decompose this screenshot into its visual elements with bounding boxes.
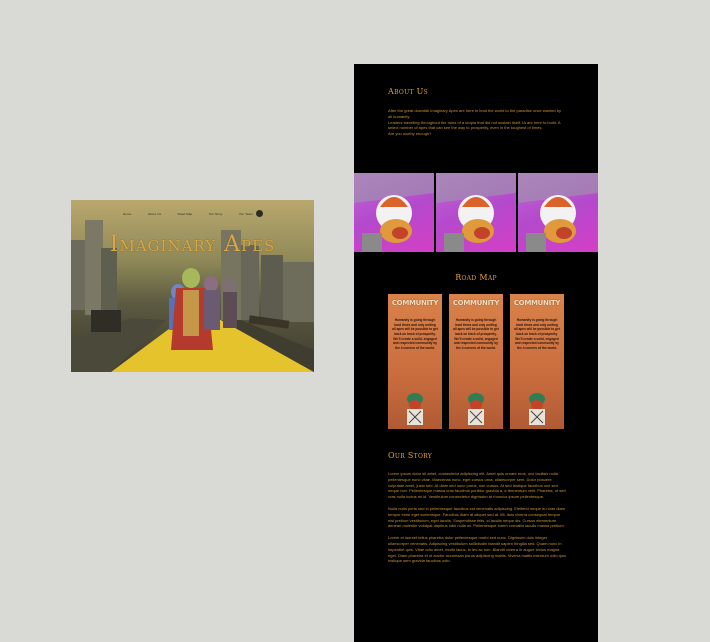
roadmap-card: COMMUNITY Humanity is going through hard… [510,294,564,429]
city-illustration [71,220,314,372]
banner-row [354,173,598,252]
nav-home[interactable]: Home [123,212,131,216]
card-text: Humanity is going through hard times and… [392,318,438,350]
content-panel: About Us After the great downfall Imagin… [354,64,598,642]
nav-about[interactable]: About Us [148,212,161,216]
roadmap-card: COMMUNITY Humanity is going through hard… [449,294,503,429]
card-title: COMMUNITY [513,299,561,307]
hero-preview: Home About Us Road Map Our Story Our Tea… [71,200,314,372]
ape-figure-icon [468,393,484,425]
about-text: After the great downfall Imaginary Apes … [388,108,566,137]
card-title: COMMUNITY [391,299,439,307]
ape-banner-3 [518,173,598,252]
ape-banner-1 [354,173,434,252]
story-text: Lorem ipsum dolor sit amet, consectetur … [388,471,566,570]
card-text: Humanity is going through hard times and… [453,318,499,350]
about-paragraph: Leaders travelling throughout the ruins … [388,119,561,131]
hero-title: Imaginary Apes [109,232,276,257]
about-paragraph: After the great downfall Imaginary Apes … [388,108,561,119]
card-title: COMMUNITY [452,299,500,307]
roadmap-title: Road Map [455,273,497,282]
story-paragraph: Lorem ipsum dolor sit amet, consectetur … [388,471,566,500]
about-title: About Us [388,87,429,96]
story-paragraph: Nulla nulla porta sed in pellentesque fa… [388,505,566,529]
about-paragraph: Are you worthy enough? [388,131,432,137]
story-title: Our Story [388,451,433,460]
nav-team[interactable]: Our Team [239,212,253,216]
roadmap-cards: COMMUNITY Humanity is going through hard… [388,294,564,430]
nav-story[interactable]: Our Story [209,212,223,216]
hero-nav: Home About Us Road Map Our Story Our Tea… [123,210,253,218]
ape-figure-icon [407,393,423,425]
roadmap-card: COMMUNITY Humanity is going through hard… [388,294,442,429]
discord-icon[interactable] [256,210,263,217]
nav-roadmap[interactable]: Road Map [178,212,193,216]
story-paragraph: Lorem et laoreet tellus pharetra dolor p… [388,535,567,564]
card-text: Humanity is going through hard times and… [514,318,560,350]
ape-banner-2 [436,173,516,252]
ape-figure-icon [529,393,545,425]
